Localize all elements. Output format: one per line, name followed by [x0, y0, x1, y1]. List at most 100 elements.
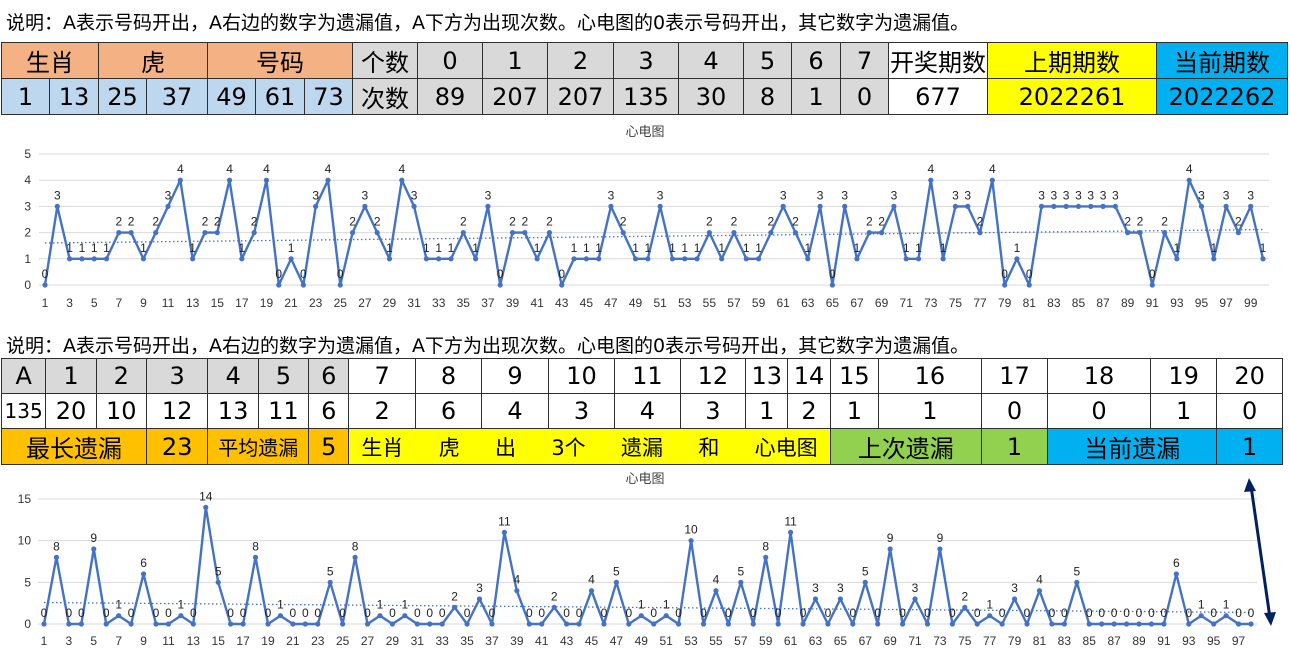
x-tick-label: 65: [826, 296, 840, 310]
count-value: 30: [678, 78, 745, 115]
data-point: [850, 621, 856, 627]
data-point: [1014, 256, 1020, 262]
data-point: [439, 621, 445, 627]
data-point: [928, 177, 934, 183]
data-label: 5: [1073, 564, 1080, 578]
x-tick-label: 77: [983, 634, 997, 648]
header-cell: 7: [348, 358, 416, 394]
data-label: 1: [638, 598, 645, 612]
x-tick-label: 83: [1058, 634, 1072, 648]
data-point: [1174, 256, 1180, 262]
data-point: [53, 554, 60, 560]
value-cell: 12: [145, 393, 209, 429]
last-miss-label: 上次遗漏: [829, 428, 982, 465]
data-label: 0: [601, 606, 608, 620]
x-tick-label: 59: [752, 296, 766, 310]
x-tick-label: 41: [535, 634, 549, 648]
header-cell: 17: [980, 358, 1049, 394]
x-tick-label: 27: [358, 296, 372, 310]
data-point: [202, 230, 208, 236]
data-label: 4: [989, 162, 996, 176]
top-ecg-chart: 心电图0123451 3 5 7 9 11 13 15 17 19 21 23 25 27 29 31 33 35…: [24, 124, 1269, 310]
x-tick-label: 67: [859, 634, 873, 648]
header-cell: 20: [1216, 358, 1283, 394]
value-cell: 11: [257, 393, 310, 429]
x-tick-label: 75: [949, 296, 963, 310]
data-point: [879, 230, 885, 236]
data-point: [228, 621, 234, 627]
data-point: [1074, 579, 1080, 585]
data-label: 0: [625, 606, 632, 620]
number-cell: 1: [1, 78, 50, 115]
data-point: [448, 256, 454, 262]
data-point: [825, 621, 831, 627]
data-label: 0: [924, 606, 931, 620]
data-label: 2: [620, 215, 627, 229]
y-tick-label: 0: [24, 617, 31, 631]
data-point: [522, 230, 528, 236]
count-key: 2: [547, 42, 615, 79]
count-key: 0: [417, 42, 484, 79]
data-point: [1211, 621, 1217, 627]
data-point: [165, 203, 171, 209]
data-point: [551, 604, 557, 610]
data-point: [1061, 621, 1067, 627]
x-tick-label: 89: [1132, 634, 1146, 648]
data-point: [436, 256, 442, 262]
data-point: [787, 529, 794, 535]
count-key: 5: [743, 42, 793, 79]
data-point: [706, 230, 712, 236]
data-label: 3: [362, 188, 369, 202]
header-cell: A: [0, 358, 47, 394]
top-header-row: 生肖 虎 号码 个数 0 1 2 3 4 5 6 7 开奖期数 上期期数 当前期…: [1, 42, 1289, 79]
data-label: 0: [1235, 606, 1242, 620]
data-point: [116, 613, 122, 619]
x-tick-label: 17: [236, 634, 250, 648]
x-tick-label: 61: [784, 634, 798, 648]
count-key: 7: [840, 42, 890, 79]
data-label: 9: [937, 531, 944, 545]
data-point: [1235, 230, 1241, 236]
desc-word: 心电图: [754, 435, 818, 460]
x-tick-label: 17: [235, 296, 249, 310]
x-tick-label: 59: [759, 634, 773, 648]
data-label: 1: [288, 241, 295, 255]
data-label: 1: [115, 598, 122, 612]
data-label: 1: [632, 241, 639, 255]
x-tick-label: 95: [1195, 296, 1209, 310]
data-point: [1063, 203, 1069, 209]
data-label: 1: [140, 241, 147, 255]
x-tick-label: 23: [311, 634, 325, 648]
data-point: [1173, 571, 1179, 577]
data-label: 5: [215, 564, 222, 578]
data-label: 2: [546, 215, 553, 229]
x-tick-label: 9: [140, 296, 147, 310]
count-key: 3: [613, 42, 680, 79]
value-cell: 6: [308, 393, 350, 429]
x-tick-label: 55: [709, 634, 723, 648]
arrow-head-down: [1264, 612, 1276, 626]
x-tick-label: 39: [506, 296, 520, 310]
data-label: 2: [866, 215, 873, 229]
bottom-header-row: A 1 2 3 4 5 6 7 8 9 10 11 12 13 14 15 16…: [0, 358, 1283, 394]
data-label: 2: [1235, 215, 1242, 229]
data-label: 0: [775, 606, 782, 620]
data-point: [423, 256, 429, 262]
data-point: [252, 554, 259, 560]
data-label: 1: [940, 241, 947, 255]
data-point: [725, 621, 731, 627]
data-label: 0: [1210, 606, 1217, 620]
x-tick-label: 7: [115, 634, 122, 648]
data-label: 4: [226, 162, 233, 176]
x-tick-label: 5: [91, 296, 98, 310]
data-label: 0: [78, 606, 85, 620]
x-tick-label: 43: [555, 296, 569, 310]
data-label: 0: [265, 606, 272, 620]
data-point: [663, 613, 669, 619]
x-tick-label: 27: [361, 634, 375, 648]
count-key: 4: [678, 42, 745, 79]
value-cell: 4: [614, 393, 681, 429]
data-label: 2: [115, 215, 122, 229]
data-point: [903, 256, 909, 262]
x-tick-label: 3: [66, 296, 73, 310]
